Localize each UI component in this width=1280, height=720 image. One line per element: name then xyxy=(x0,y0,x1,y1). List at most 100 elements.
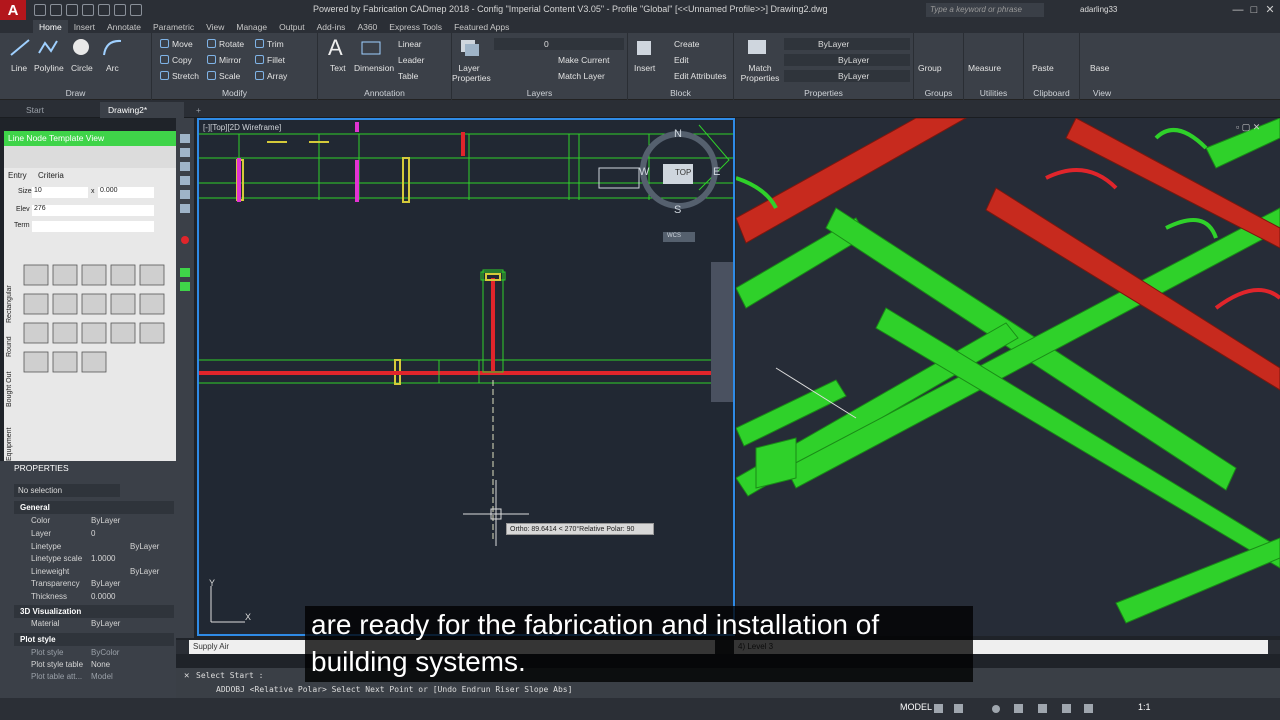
viz-section[interactable]: 3D Visualization xyxy=(14,605,174,618)
tab-view[interactable]: View xyxy=(200,20,230,33)
fitting-reducer-icon[interactable] xyxy=(139,264,165,286)
side-tab-equipment[interactable]: Equipment xyxy=(6,411,16,461)
selection-dropdown[interactable]: No selection xyxy=(14,484,120,497)
fitting-offset-icon[interactable] xyxy=(81,264,107,286)
text-button[interactable]: Text xyxy=(330,63,346,73)
viewport-3d[interactable]: ▫ ▢ ✕ xyxy=(736,118,1280,636)
linetype-dropdown[interactable]: ByLayer xyxy=(784,54,910,66)
fitting-plenum-icon[interactable] xyxy=(23,351,49,373)
base-button[interactable]: Base xyxy=(1090,63,1109,73)
color-dropdown[interactable]: ByLayer xyxy=(784,38,910,50)
mirror-button[interactable]: Mirror xyxy=(207,55,241,65)
fillet-button[interactable]: Fillet xyxy=(255,55,285,65)
prop-value[interactable]: 0.0000 xyxy=(91,592,115,601)
lineweight-dropdown[interactable]: ByLayer xyxy=(784,70,910,82)
fitting-riser-icon[interactable] xyxy=(81,322,107,344)
rotate-button[interactable]: Rotate xyxy=(207,39,244,49)
prop-value[interactable]: 0 xyxy=(91,529,95,538)
stretch-button[interactable]: Stretch xyxy=(160,71,199,81)
save-icon[interactable] xyxy=(66,4,78,16)
polyline-button[interactable]: Polyline xyxy=(34,63,64,73)
fitting-transition-icon[interactable] xyxy=(23,293,49,315)
maximize-icon[interactable]: □ xyxy=(1246,2,1262,18)
status-icons[interactable] xyxy=(934,703,1124,715)
compass-s-label[interactable]: S xyxy=(674,204,681,216)
paste-button[interactable]: Paste xyxy=(1032,63,1054,73)
layers-group-label[interactable]: Layers xyxy=(452,88,627,98)
trim-button[interactable]: Trim xyxy=(255,39,284,49)
tab-express-tools[interactable]: Express Tools xyxy=(383,20,448,33)
close-command-icon[interactable]: ✕ xyxy=(184,671,189,681)
wcs-label[interactable]: WCS xyxy=(667,233,681,239)
arc-button[interactable]: Arc xyxy=(106,63,119,73)
fitting-tee-icon[interactable] xyxy=(110,264,136,286)
minimize-icon[interactable]: — xyxy=(1230,2,1246,18)
prop-value[interactable]: 1.0000 xyxy=(91,554,115,563)
new-tab-icon[interactable]: + xyxy=(188,102,209,118)
circle-button[interactable]: Circle xyxy=(71,63,93,73)
fitting-wye-icon[interactable] xyxy=(23,322,49,344)
fitting-straight-icon[interactable] xyxy=(23,264,49,286)
fitting-damper-icon[interactable] xyxy=(110,293,136,315)
tab-annotate[interactable]: Annotate xyxy=(101,20,147,33)
create-button[interactable]: Create xyxy=(674,39,700,49)
viewport-window-controls[interactable]: ▫ ▢ ✕ xyxy=(1236,122,1260,133)
drawing-tab[interactable]: Drawing2* xyxy=(100,102,184,118)
general-section[interactable]: General xyxy=(14,501,174,514)
side-tab-rectangular[interactable]: Rectangular xyxy=(6,263,16,323)
group-button[interactable]: Group xyxy=(918,63,942,73)
fitting-box-icon[interactable] xyxy=(52,351,78,373)
term-dropdown[interactable] xyxy=(32,221,154,232)
elev-input[interactable]: 276 xyxy=(32,205,154,216)
tab-insert[interactable]: Insert xyxy=(68,20,101,33)
fitting-shoe-icon[interactable] xyxy=(52,293,78,315)
match-layer-button[interactable]: Match Layer xyxy=(558,71,605,81)
model-space-button[interactable]: MODEL xyxy=(900,702,932,712)
array-button[interactable]: Array xyxy=(255,71,287,81)
modify-group-label[interactable]: Modify xyxy=(152,88,317,98)
viewcube-top-label[interactable]: TOP xyxy=(675,168,691,177)
layer-dropdown[interactable]: 0 xyxy=(494,38,624,50)
fitting-square-to-round-icon[interactable] xyxy=(110,322,136,344)
open-icon[interactable] xyxy=(50,4,62,16)
draw-group-label[interactable]: Draw xyxy=(0,88,151,98)
tab-output[interactable]: Output xyxy=(273,20,311,33)
prop-value[interactable]: ByLayer xyxy=(130,567,159,576)
tab-entry[interactable]: Entry xyxy=(8,171,27,180)
side-tab-bought-out[interactable]: Bought Out xyxy=(6,361,16,407)
tool-strip-icons[interactable] xyxy=(176,118,194,298)
prop-value[interactable]: ByLayer xyxy=(91,619,120,628)
prop-value[interactable]: ByLayer xyxy=(130,542,159,551)
properties-group-label[interactable]: Properties xyxy=(734,88,913,98)
tab-criteria[interactable]: Criteria xyxy=(38,171,64,180)
fitting-access-door-icon[interactable] xyxy=(139,322,165,344)
tab-featured-apps[interactable]: Featured Apps xyxy=(448,20,515,33)
size-width-input[interactable]: 10 xyxy=(32,187,88,198)
user-name[interactable]: adarling33 xyxy=(1080,5,1117,14)
prop-value[interactable]: ByLayer xyxy=(91,516,120,525)
prop-value[interactable]: ByLayer xyxy=(91,579,120,588)
clipboard-group-label[interactable]: Clipboard xyxy=(1024,88,1079,98)
app-logo[interactable]: A xyxy=(0,0,26,20)
polyline-icon[interactable] xyxy=(37,37,59,57)
insert-button[interactable]: Insert xyxy=(634,63,655,73)
dimension-icon[interactable] xyxy=(360,38,382,58)
text-icon[interactable]: A xyxy=(328,35,343,61)
linear-button[interactable]: Linear xyxy=(398,39,422,49)
line-button[interactable]: Line xyxy=(11,63,27,73)
undo-icon[interactable] xyxy=(114,4,126,16)
fitting-cross-icon[interactable] xyxy=(52,322,78,344)
print-icon[interactable] xyxy=(98,4,110,16)
fitting-elbow-icon[interactable] xyxy=(52,264,78,286)
command-prompt[interactable]: ADDOBJ <Relative Polar> Select Next Poin… xyxy=(216,685,572,694)
copy-button[interactable]: Copy xyxy=(160,55,192,65)
scale-button[interactable]: Scale xyxy=(207,71,240,81)
prop-value[interactable]: None xyxy=(91,660,110,669)
compass-e-label[interactable]: E xyxy=(713,166,720,178)
fitting-end-icon[interactable] xyxy=(81,351,107,373)
fitting-cap-icon[interactable] xyxy=(81,293,107,315)
plot-section[interactable]: Plot style xyxy=(14,633,174,646)
saveas-icon[interactable] xyxy=(82,4,94,16)
side-tab-round[interactable]: Round xyxy=(6,327,16,357)
edit-button[interactable]: Edit xyxy=(674,55,689,65)
